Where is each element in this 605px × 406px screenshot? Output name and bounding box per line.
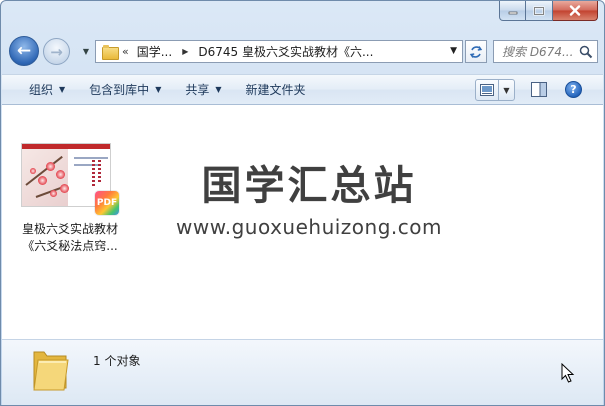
file-item[interactable]: PDF 皇极六爻实战教材 《六爻秘法点窍... — [16, 141, 124, 261]
mouse-cursor-icon — [561, 363, 575, 383]
new-folder-label: 新建文件夹 — [245, 83, 306, 97]
watermark: 国学汇总站 www.guoxuehuizong.com — [174, 163, 444, 239]
chevron-down-icon: ▼ — [503, 85, 510, 95]
recent-pages-dropdown[interactable]: ▼ — [81, 44, 91, 58]
chevron-down-icon: ▼ — [59, 85, 66, 94]
search-placeholder: 搜索 D674... — [502, 45, 574, 59]
item-count: 1 个对象 — [93, 354, 141, 368]
folder-icon — [102, 45, 119, 60]
chevron-down-icon: ▼ — [215, 85, 222, 94]
maximize-icon — [533, 6, 545, 15]
new-folder-button[interactable]: 新建文件夹 — [234, 75, 318, 104]
maximize-button[interactable] — [526, 1, 553, 21]
breadcrumb-segment[interactable]: 国学... — [137, 43, 172, 60]
preview-pane-button[interactable] — [531, 82, 547, 97]
search-input[interactable]: 搜索 D674... — [493, 40, 598, 63]
refresh-icon — [469, 45, 483, 58]
preview-pane-icon — [531, 82, 547, 97]
share-menu[interactable]: 共享 ▼ — [173, 75, 233, 104]
close-icon — [569, 5, 581, 16]
close-button[interactable] — [553, 1, 598, 21]
view-icon — [480, 84, 494, 96]
help-icon: ? — [570, 83, 577, 96]
explorer-window: ← → ▼ « 国学... ▶ D6745 皇极六爻实战教材《六... ▼ 搜索… — [0, 0, 605, 406]
back-arrow-icon: ← — [16, 41, 32, 61]
forward-button[interactable]: → — [43, 38, 70, 65]
organize-menu[interactable]: 组织 ▼ — [2, 75, 77, 104]
forward-arrow-icon: → — [50, 42, 63, 61]
back-button[interactable]: ← — [9, 36, 39, 66]
organize-label: 组织 — [29, 83, 54, 97]
navigation-row: ← → ▼ « 国学... ▶ D6745 皇极六爻实战教材《六... ▼ 搜索… — [9, 36, 598, 66]
address-dropdown-icon[interactable]: ▼ — [450, 46, 457, 56]
command-bar: 组织 ▼ 包含到库中 ▼ 共享 ▼ 新建文件夹 ▼ ? — [2, 74, 603, 105]
refresh-button[interactable] — [465, 40, 487, 63]
file-name-line1: 皇极六爻实战教材 — [21, 222, 118, 236]
caption-buttons — [499, 1, 598, 23]
include-in-library-label: 包含到库中 — [89, 83, 150, 97]
folder-icon — [33, 351, 69, 391]
details-pane: 1 个对象 — [2, 339, 603, 405]
chevron-down-icon: ▼ — [82, 46, 90, 56]
address-overflow[interactable]: « — [122, 45, 129, 58]
breadcrumb-segment-current[interactable]: D6745 皇极六爻实战教材《六... — [198, 43, 373, 60]
minimize-icon — [508, 11, 517, 14]
change-view-button[interactable] — [476, 80, 498, 100]
minimize-button[interactable] — [499, 1, 526, 21]
include-in-library-menu[interactable]: 包含到库中 ▼ — [77, 75, 173, 104]
file-name-line2: 《六爻秘法点窍... — [22, 239, 118, 253]
breadcrumb-separator-icon[interactable]: ▶ — [182, 47, 188, 56]
address-bar[interactable]: « 国学... ▶ D6745 皇极六爻实战教材《六... ▼ — [95, 40, 463, 63]
share-label: 共享 — [185, 83, 210, 97]
file-name[interactable]: 皇极六爻实战教材 《六爻秘法点窍... — [10, 221, 130, 255]
search-icon[interactable] — [579, 45, 593, 59]
watermark-url: www.guoxuehuizong.com — [176, 215, 442, 239]
view-dropdown[interactable]: ▼ — [498, 80, 514, 100]
chevron-down-icon: ▼ — [155, 85, 162, 94]
watermark-title: 国学汇总站 — [201, 163, 417, 209]
help-button[interactable]: ? — [565, 81, 582, 98]
file-list[interactable]: PDF 皇极六爻实战教材 《六爻秘法点窍... 国学汇总站 www.guoxue… — [2, 105, 603, 339]
pdf-icon: PDF — [95, 191, 119, 215]
view-options: ▼ — [475, 79, 515, 101]
